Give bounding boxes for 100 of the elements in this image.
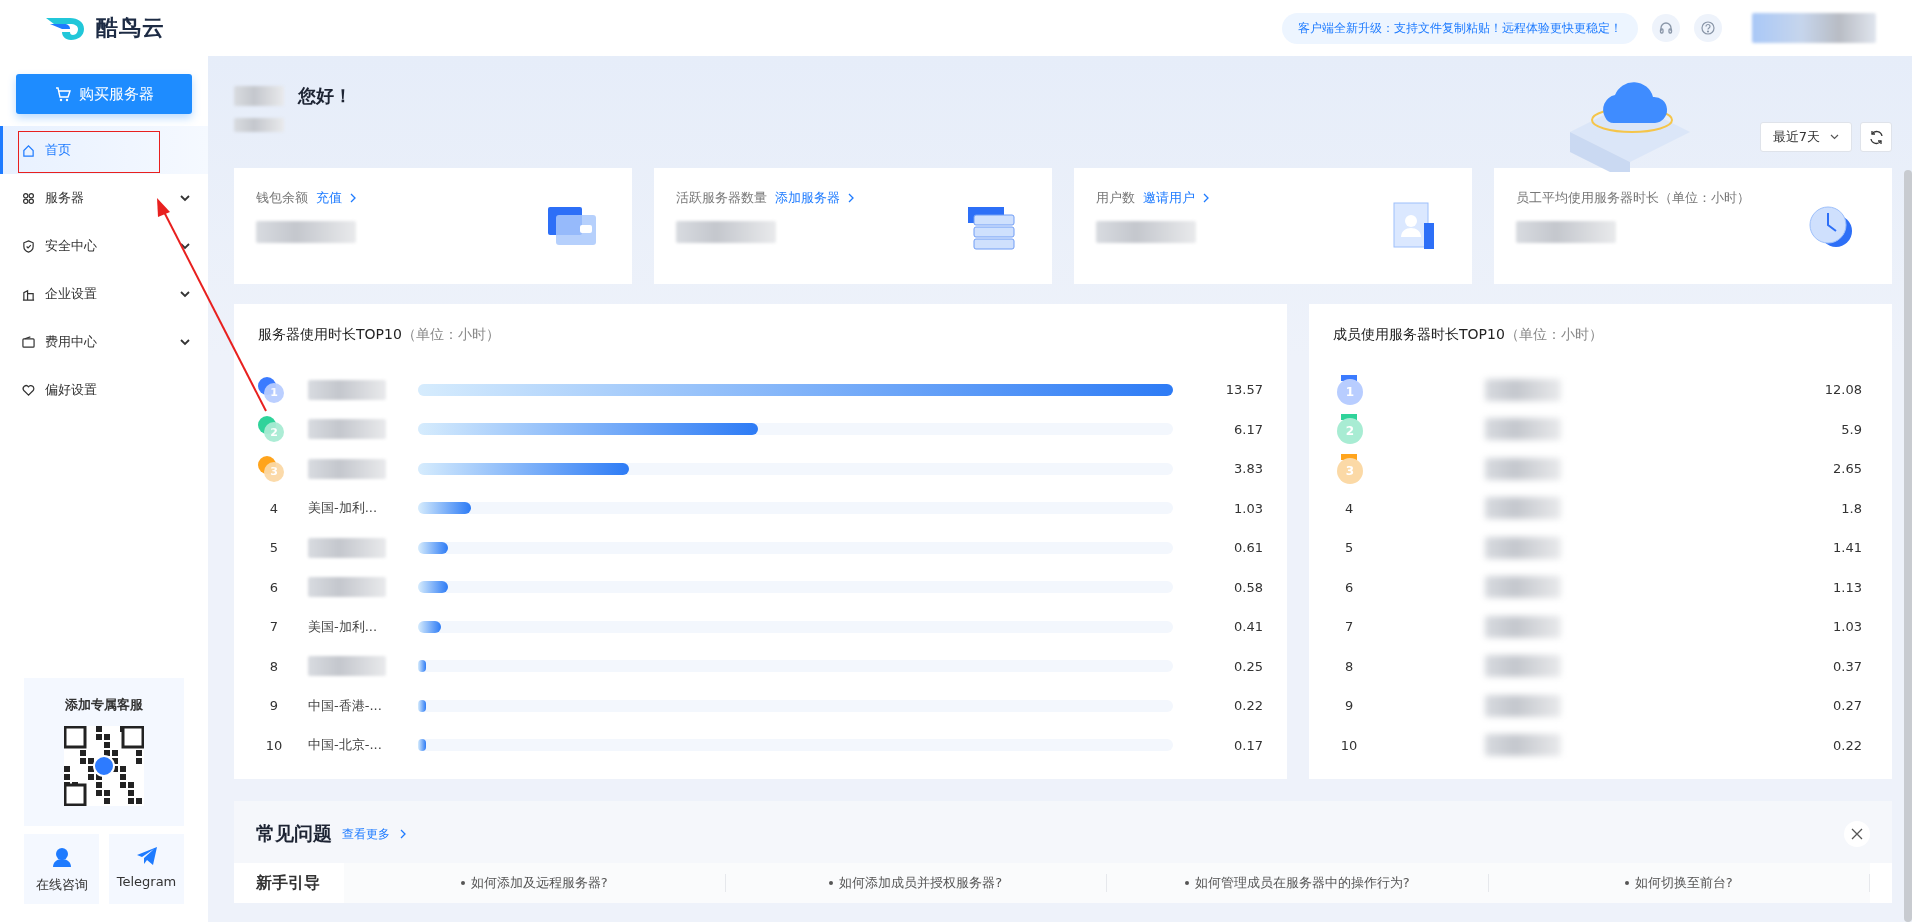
- stat-label: 用户数: [1096, 189, 1135, 207]
- sidebar-item[interactable]: 安全中心: [0, 222, 208, 270]
- faq-question-link[interactable]: 如何添加成员并授权服务器?: [839, 874, 1003, 892]
- heart-icon: [22, 383, 35, 397]
- rank-number: 9: [268, 698, 280, 714]
- chevron-down-icon[interactable]: [180, 242, 190, 250]
- rank-number: 10: [1339, 737, 1359, 753]
- panel-title: 成员使用服务器时长TOP10: [1333, 326, 1505, 342]
- headset-person-icon: [50, 846, 73, 868]
- faq-question-link[interactable]: 如何添加及远程服务器?: [470, 874, 608, 892]
- hours-value: 6.17: [1233, 421, 1264, 437]
- stat-label: 钱包余额: [256, 189, 308, 207]
- rank-number: 6: [268, 579, 280, 595]
- faq-question-link[interactable]: 如何切换至前台?: [1634, 874, 1733, 892]
- hours-value: 13.57: [1224, 382, 1264, 398]
- support-title: 添加专属客服: [65, 696, 143, 714]
- guide-label: 新手引导: [256, 872, 320, 894]
- hours-value: 1.41: [1832, 540, 1862, 556]
- hours-value: 1.8: [1840, 500, 1862, 516]
- chevron-right-icon: [1203, 193, 1209, 203]
- headset-icon[interactable]: [1652, 14, 1680, 42]
- server-name: 美国-加利...: [308, 618, 378, 634]
- hours-value: 0.41: [1233, 619, 1264, 635]
- support-link[interactable]: Telegram: [109, 834, 184, 904]
- sidebar-item[interactable]: 费用中心: [0, 318, 208, 366]
- scrollbar[interactable]: [1904, 170, 1912, 922]
- rank-number: 5: [268, 540, 280, 556]
- hours-value: 2.65: [1832, 461, 1862, 477]
- rank-number: 4: [1343, 500, 1355, 516]
- stat-link[interactable]: 充值: [316, 189, 342, 207]
- hours-value: 1.03: [1832, 619, 1862, 635]
- date-range-dropdown[interactable]: 最近7天: [1759, 122, 1852, 152]
- panel-title: 服务器使用时长TOP10: [258, 326, 402, 342]
- grid-icon: [22, 191, 35, 205]
- medal-badge: 1: [258, 376, 290, 403]
- hours-value: 0.22: [1233, 698, 1264, 714]
- rank-number: 9: [1343, 698, 1355, 714]
- hours-value: 12.08: [1823, 382, 1862, 398]
- blurred-company: [234, 118, 284, 132]
- rank-number: 4: [268, 500, 280, 516]
- hours-value: 3.83: [1233, 461, 1264, 477]
- sidebar-item[interactable]: 企业设置: [0, 270, 208, 318]
- home-icon: [22, 143, 35, 157]
- sidebar-item[interactable]: 首页: [0, 126, 208, 174]
- refresh-icon: [1868, 129, 1884, 145]
- unit-label: （单位：小时）: [1504, 326, 1603, 342]
- wallet-icon: [22, 335, 35, 349]
- chevron-right-icon: [400, 829, 406, 839]
- help-icon[interactable]: [1694, 14, 1722, 42]
- greeting: 您好！: [298, 84, 352, 108]
- chevron-right-icon: [848, 193, 854, 203]
- notice-banner[interactable]: 客户端全新升级：支持文件复制粘贴！远程体验更快更稳定！: [1282, 12, 1638, 44]
- faq-title: 常见问题: [256, 821, 332, 846]
- sidebar-item[interactable]: 偏好设置: [0, 366, 208, 414]
- medal-badge: 3: [258, 455, 290, 482]
- rank-number: 5: [1343, 540, 1355, 556]
- brand-name: 酷鸟云: [95, 14, 165, 42]
- sidebar-item[interactable]: 服务器: [0, 174, 208, 222]
- rank-number: 6: [1343, 579, 1355, 595]
- close-icon: [1851, 828, 1863, 840]
- chevron-down-icon[interactable]: [180, 338, 190, 346]
- bullet-icon: [1624, 881, 1629, 885]
- hours-value: 0.37: [1832, 658, 1862, 674]
- view-more-link[interactable]: 查看更多: [342, 825, 390, 843]
- hours-value: 1.03: [1233, 500, 1264, 516]
- stat-label: 员工平均使用服务器时长（单位：小时）: [1516, 189, 1750, 207]
- hours-value: 0.61: [1233, 540, 1264, 556]
- bullet-icon: [1184, 881, 1189, 885]
- rank-number: 7: [268, 619, 280, 635]
- rank-number: 7: [1343, 619, 1355, 635]
- faq-question-link[interactable]: 如何管理成员在服务器中的操作行为?: [1194, 874, 1410, 892]
- hours-value: 0.58: [1233, 579, 1264, 595]
- unit-label: （单位：小时）: [401, 326, 500, 342]
- stat-label: 活跃服务器数量: [676, 189, 767, 207]
- support-link[interactable]: 在线咨询: [24, 834, 99, 904]
- hours-value: 0.27: [1832, 698, 1862, 714]
- close-button[interactable]: [1844, 821, 1870, 847]
- stat-link[interactable]: 邀请用户: [1143, 189, 1195, 207]
- building-icon: [22, 287, 35, 301]
- bullet-icon: [460, 881, 465, 885]
- medal-badge: 2: [258, 416, 290, 443]
- hours-value: 0.25: [1233, 658, 1264, 674]
- chevron-right-icon: [350, 193, 356, 203]
- chevron-down-icon: [1830, 134, 1839, 140]
- hours-value: 5.9: [1840, 421, 1862, 437]
- server-name: 中国-香港-...: [308, 697, 382, 713]
- cart-icon: [54, 86, 71, 102]
- chevron-down-icon[interactable]: [180, 290, 190, 298]
- blurred-name: [234, 86, 284, 106]
- chevron-down-icon[interactable]: [180, 194, 190, 202]
- stat-link[interactable]: 添加服务器: [775, 189, 840, 207]
- rank-number: 8: [268, 658, 280, 674]
- hours-value: 1.13: [1832, 579, 1862, 595]
- bullet-icon: [829, 881, 834, 885]
- hours-value: 0.22: [1832, 737, 1862, 753]
- refresh-button[interactable]: [1860, 122, 1892, 152]
- paper-plane-icon: [135, 846, 158, 866]
- rank-number: 8: [1343, 658, 1355, 674]
- hours-value: 0.17: [1233, 737, 1264, 753]
- server-name: 中国-北京-...: [308, 737, 382, 753]
